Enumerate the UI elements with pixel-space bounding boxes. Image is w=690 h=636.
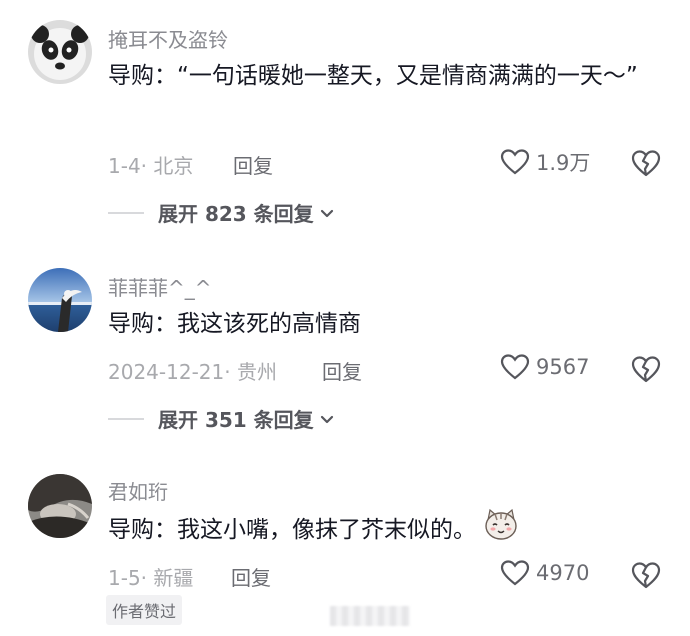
reply-button[interactable]: 回复	[233, 150, 273, 179]
comment-text-content: 导购：我这小嘴，像抹了芥末似的。	[108, 517, 476, 543]
expand-replies-button[interactable]: 展开 351 条回复	[108, 404, 336, 433]
expand-label: 展开 823 条回复	[158, 202, 314, 226]
avatar[interactable]	[28, 268, 92, 332]
like-count: 4970	[536, 561, 590, 585]
username[interactable]: 掩耳不及盗铃	[108, 24, 228, 53]
comment-text: 导购：“一句话暖她一整天，又是情商满满的一天～”	[108, 63, 638, 89]
divider-line	[108, 211, 144, 214]
reply-button[interactable]: 回复	[322, 356, 362, 385]
like-button[interactable]: 1.9万	[500, 147, 590, 177]
like-count: 9567	[536, 355, 590, 379]
comment-text: 导购：我这小嘴，像抹了芥末似的。	[108, 508, 653, 553]
comment-text: 导购：我这该死的高情商	[108, 311, 361, 337]
cat-face-emoji-icon	[484, 508, 518, 553]
comment-meta: 1-4· 北京	[108, 154, 194, 178]
expand-label: 展开 351 条回复	[158, 408, 314, 432]
expand-replies-button[interactable]: 展开 823 条回复	[108, 198, 336, 227]
username[interactable]: 君如珩	[108, 476, 168, 505]
avatar[interactable]	[28, 20, 92, 84]
broken-heart-icon	[631, 150, 661, 177]
heart-icon	[500, 354, 530, 380]
username[interactable]: 菲菲菲^_^	[108, 272, 212, 301]
reply-button[interactable]: 回复	[231, 562, 271, 591]
watermark-blur	[330, 606, 410, 626]
dislike-button[interactable]	[630, 560, 662, 590]
chevron-down-icon	[320, 415, 333, 423]
chevron-down-icon	[320, 209, 333, 217]
author-liked-badge: 作者赞过	[106, 595, 183, 625]
like-count: 1.9万	[536, 151, 591, 175]
dislike-button[interactable]	[630, 148, 662, 178]
like-button[interactable]: 4970	[500, 559, 589, 587]
broken-heart-icon	[631, 562, 661, 589]
comment-meta: 1-5· 新疆	[108, 566, 194, 590]
dark-photo-icon	[28, 474, 92, 538]
broken-heart-icon	[631, 356, 661, 383]
heart-icon	[500, 149, 530, 175]
avatar[interactable]	[28, 474, 92, 538]
panda-icon	[28, 20, 92, 84]
like-button[interactable]: 9567	[500, 353, 589, 381]
dislike-button[interactable]	[630, 354, 662, 384]
heart-icon	[500, 560, 530, 586]
comment-meta: 2024-12-21· 贵州	[108, 360, 277, 384]
divider-line	[108, 417, 144, 420]
bird-sea-icon	[28, 268, 92, 332]
